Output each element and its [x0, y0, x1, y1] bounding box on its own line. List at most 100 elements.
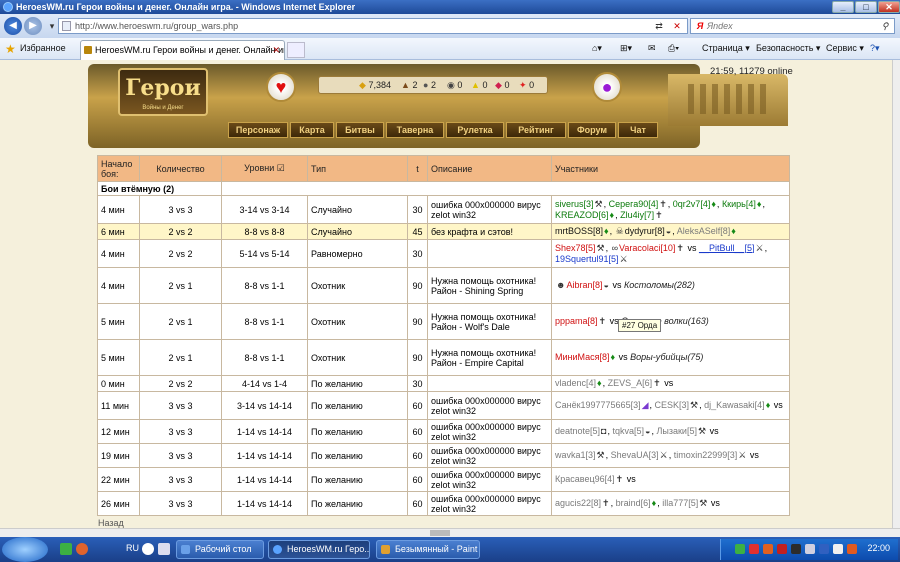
player-link[interactable]: Лызаки[5] — [656, 426, 696, 436]
page-menu[interactable]: Страница ▾ — [702, 43, 750, 54]
tab-close-icon[interactable]: ✕ — [272, 45, 280, 56]
quicklaunch-icon[interactable] — [60, 543, 72, 555]
back-button[interactable]: ◀ — [4, 17, 22, 35]
player-link[interactable]: 19Squertul91[5] — [555, 254, 619, 264]
nav-forum[interactable]: Форум — [568, 122, 616, 138]
health-heart-icon[interactable]: ♥ — [266, 72, 296, 102]
nav-roulette[interactable]: Рулетка — [446, 122, 504, 138]
tray-icon[interactable] — [819, 544, 829, 554]
player-link[interactable]: agucis22[8] — [555, 498, 601, 508]
player-link[interactable]: CESK[3] — [655, 400, 690, 410]
back-link[interactable]: Назад — [98, 518, 124, 528]
nav-character[interactable]: Персонаж — [228, 122, 288, 138]
favorites-button[interactable]: Избранное — [20, 43, 66, 53]
player-link[interactable]: Серега90[4] — [609, 199, 659, 209]
tray-icon[interactable] — [735, 544, 745, 554]
guild-icon: ⚒ — [596, 450, 605, 461]
player-link[interactable]: braind[6] — [616, 498, 651, 508]
player-link[interactable]: ZEVS_A[6] — [608, 378, 653, 388]
mail-icon[interactable]: ✉ — [648, 43, 656, 54]
player-link[interactable]: 0qr2v7[4] — [673, 199, 711, 209]
player-link[interactable]: tqkva[5] — [613, 426, 645, 436]
forward-button[interactable]: ▶ — [24, 17, 42, 35]
volume-icon[interactable] — [833, 544, 843, 554]
player-link[interactable]: mrtBOSS[8] — [555, 226, 603, 236]
player-link[interactable]: Aibran[8] — [566, 280, 602, 290]
start-button[interactable] — [2, 537, 48, 562]
new-tab-button[interactable] — [287, 42, 305, 58]
player-link[interactable]: KREAZOD[6] — [555, 210, 609, 220]
stop-icon[interactable]: ✕ — [670, 19, 684, 33]
player-link[interactable]: wavka1[3] — [555, 450, 596, 460]
nav-chat[interactable]: Чат — [618, 122, 658, 138]
browser-tab[interactable]: HeroesWM.ru Герои войны и денег. Онлайн … — [80, 40, 285, 60]
player-link[interactable]: Санёк1997775665[3] — [555, 400, 641, 410]
player-link[interactable]: AleksASelf[8] — [677, 226, 731, 236]
help-icon[interactable] — [142, 543, 154, 555]
nav-battles[interactable]: Битвы — [336, 122, 384, 138]
header-levels[interactable]: Уровни ☑ — [221, 155, 308, 182]
section-title[interactable]: Бои втёмную (2) — [97, 181, 222, 196]
nav-map[interactable]: Карта — [290, 122, 334, 138]
home-icon[interactable]: ⌂▾ — [592, 43, 602, 54]
paint-icon — [381, 545, 390, 554]
horizontal-scrollbar[interactable] — [0, 528, 900, 537]
player-link[interactable]: ShevaUA[3] — [611, 450, 659, 460]
player-link[interactable]: dj_Kawasaki[4] — [704, 400, 765, 410]
mana-potion-icon[interactable]: ● — [592, 72, 622, 102]
game-header: Герои Войны и Денег ♥ ◆ 7,384 ▲ 2 ● 2 ◉ … — [88, 64, 788, 148]
taskbar-item[interactable]: HeroesWM.ru Геро... — [268, 540, 370, 559]
tray-icon[interactable] — [158, 543, 170, 555]
player-link[interactable]: vladenc[4] — [555, 378, 596, 388]
player-link[interactable]: МиниМася[8] — [555, 352, 610, 362]
cell-participants: pppama[8]✝ vs Степные волки(163) — [551, 303, 790, 340]
url-input[interactable]: http://www.heroeswm.ru/group_wars.php — [58, 18, 688, 34]
search-icon[interactable]: ⚲ — [878, 19, 892, 33]
safety-menu[interactable]: Безопасность ▾ — [756, 43, 820, 54]
player-link[interactable]: timoxin22999[3] — [674, 450, 738, 460]
history-dropdown-icon[interactable]: ▾ — [45, 19, 59, 33]
search-input[interactable]: Я Яndex ⚲ — [690, 18, 895, 34]
cell-description: ошибка 000x000000 вирус zelot win32 — [427, 467, 552, 492]
refresh-icon[interactable]: ⇄ — [652, 19, 666, 33]
player-link[interactable]: pppama[8] — [555, 316, 598, 326]
player-link[interactable]: Красавец96[4] — [555, 474, 615, 484]
minimize-button[interactable]: _ — [832, 1, 854, 13]
scroll-thumb[interactable] — [430, 530, 450, 536]
close-button[interactable]: ✕ — [878, 1, 900, 13]
tray-clock[interactable]: 22:00 — [867, 543, 890, 553]
player-link[interactable]: __PitBull__[5] — [699, 243, 755, 253]
player-link[interactable]: Shex78[5] — [555, 243, 596, 253]
favorites-star-icon[interactable]: ★ — [5, 42, 16, 56]
language-indicator[interactable]: RU — [126, 543, 139, 553]
quicklaunch-icon[interactable] — [76, 543, 88, 555]
player-link[interactable]: Varacolaci[10] — [619, 243, 675, 253]
taskbar: RU Рабочий стол HeroesWM.ru Геро... Безы… — [0, 537, 900, 562]
player-link[interactable]: deatnote[5] — [555, 426, 600, 436]
tray-icon[interactable] — [805, 544, 815, 554]
nav-tavern[interactable]: Таверна — [386, 122, 444, 138]
cell-start: 5 мин — [97, 303, 140, 340]
tray-icon[interactable] — [763, 544, 773, 554]
tray-icon[interactable] — [777, 544, 787, 554]
help-menu[interactable]: ?▾ — [870, 43, 880, 54]
vertical-scrollbar[interactable] — [892, 60, 900, 537]
cell-type: По желанию — [307, 391, 408, 420]
player-link[interactable]: dydyrur[8] — [625, 226, 665, 236]
taskbar-item[interactable]: Рабочий стол — [176, 540, 264, 559]
feeds-icon[interactable]: ⊞▾ — [620, 43, 632, 54]
tray-icon[interactable] — [791, 544, 801, 554]
maximize-button[interactable]: □ — [855, 1, 877, 13]
player-link[interactable]: Zlu4iy[7] — [620, 210, 654, 220]
print-icon[interactable]: ⎙▾ — [668, 43, 679, 54]
tray-icon[interactable] — [847, 544, 857, 554]
tray-icon[interactable] — [749, 544, 759, 554]
player-link[interactable]: siverus[3] — [555, 199, 594, 209]
nav-rating[interactable]: Рейтинг — [506, 122, 566, 138]
service-menu[interactable]: Сервис ▾ — [826, 43, 864, 54]
player-link[interactable]: Ккирь[4] — [722, 199, 756, 209]
taskbar-item[interactable]: Безымянный - Paint — [376, 540, 480, 559]
game-logo[interactable]: Герои Войны и Денег — [118, 68, 208, 116]
cell-count: 3 vs 3 — [139, 467, 222, 492]
player-link[interactable]: illa777[5] — [662, 498, 698, 508]
